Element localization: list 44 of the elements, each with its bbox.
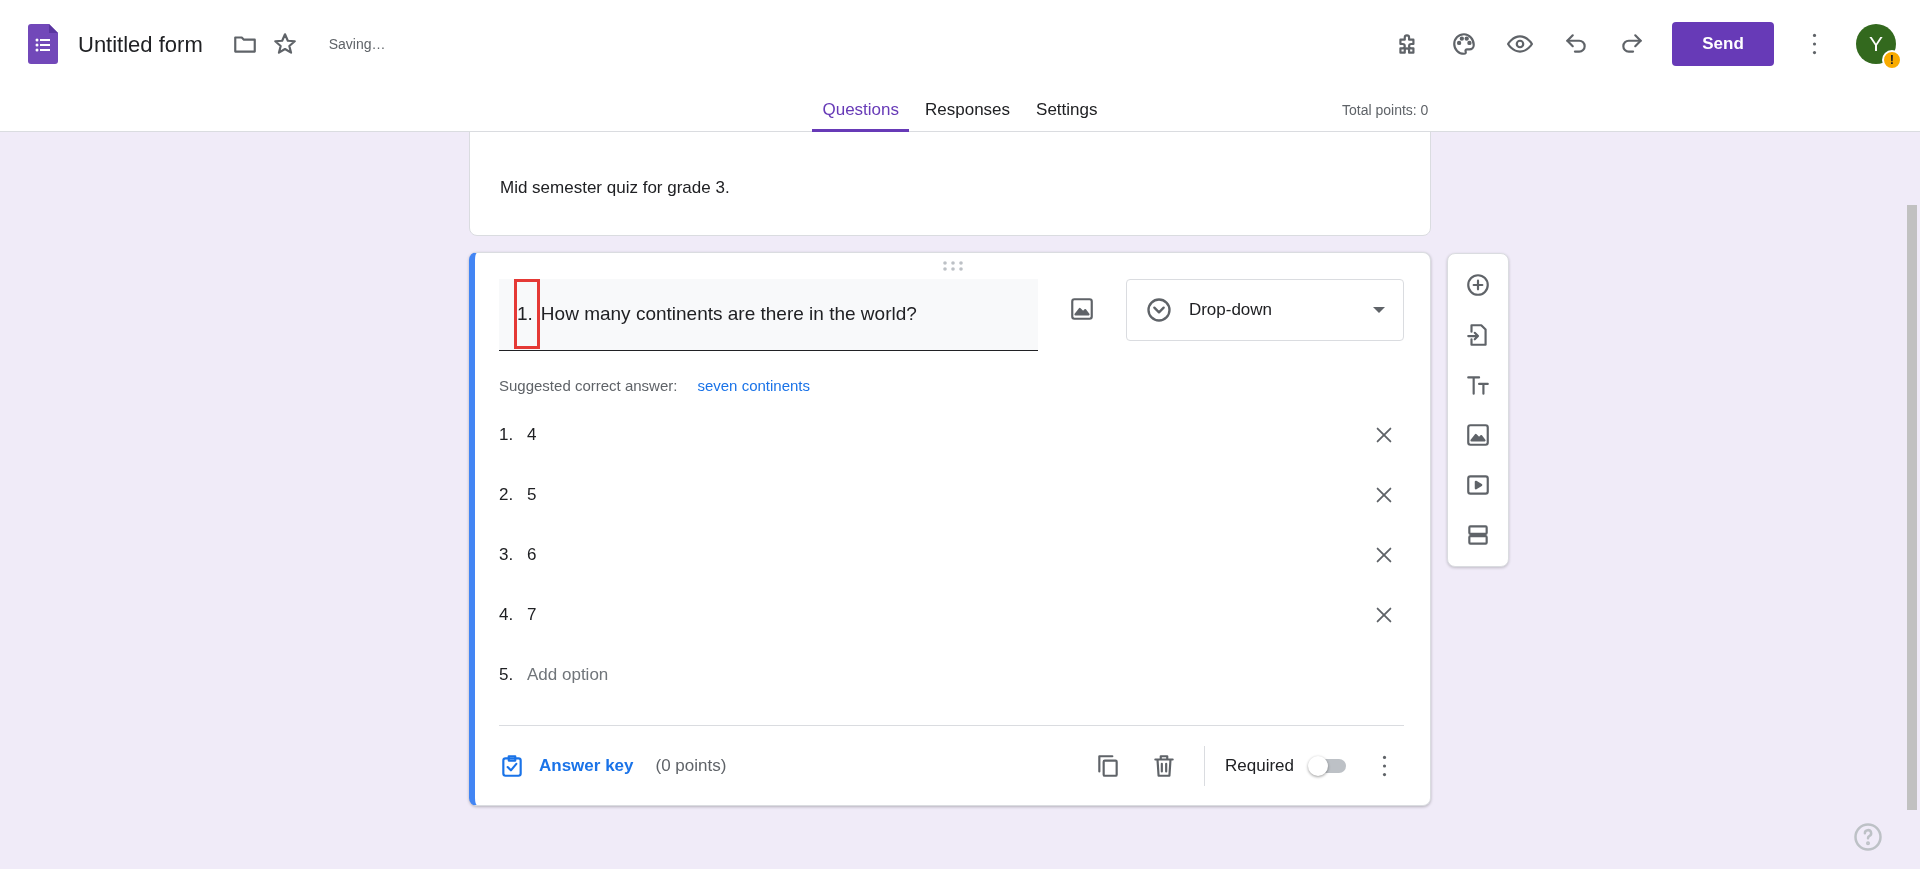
option-field[interactable]: 4: [527, 422, 537, 448]
forms-logo[interactable]: [28, 24, 58, 64]
scrollbar[interactable]: [1907, 205, 1917, 810]
add-question-icon: [1465, 272, 1491, 298]
palette-icon: [1451, 31, 1477, 57]
drag-handle-icon[interactable]: [940, 260, 965, 271]
option-number: 3.: [499, 544, 515, 567]
question-type-dropdown[interactable]: Drop-down: [1125, 278, 1404, 341]
required-label: Required: [1225, 754, 1294, 777]
warning-badge: !: [1882, 50, 1902, 70]
required-toggle[interactable]: [1310, 758, 1346, 773]
send-button[interactable]: Send: [1672, 22, 1774, 66]
tab[interactable]: Settings: [1026, 88, 1108, 132]
tab[interactable]: Responses: [915, 88, 1021, 132]
suggested-answer-label: Suggested correct answer:: [499, 375, 678, 396]
add-video-icon: [1465, 472, 1491, 498]
add-image-icon: [1068, 295, 1095, 322]
saving-status: Saving…: [328, 34, 386, 54]
circle-chevron-icon: [1144, 295, 1173, 324]
more-icon: [1381, 754, 1387, 777]
total-points: Total points: 0: [1342, 101, 1429, 120]
option-field[interactable]: 7: [527, 602, 537, 628]
option-number: 2.: [499, 484, 515, 507]
dropdown-arrow-icon: [1373, 306, 1385, 313]
form-title[interactable]: Untitled form: [78, 27, 203, 61]
option-field[interactable]: 5: [527, 482, 537, 508]
option-field[interactable]: 6: [527, 542, 537, 568]
tab[interactable]: Questions: [812, 88, 909, 132]
points-label: (0 points): [655, 754, 727, 777]
add-option-field[interactable]: Add option: [527, 662, 609, 688]
option-number: 5.: [499, 664, 515, 687]
question-field[interactable]: 1. How many continents are there in the world?: [499, 278, 1038, 351]
star-icon: [271, 31, 298, 57]
duplicate-icon: [1095, 752, 1121, 779]
clipboard-check-icon[interactable]: [499, 752, 525, 779]
option-number: 4.: [499, 604, 515, 627]
option-number: 1.: [499, 424, 515, 447]
suggested-answer-link[interactable]: seven continents: [697, 374, 810, 397]
answer-key-button[interactable]: Answer key: [539, 752, 634, 779]
add-image-icon: [1465, 422, 1491, 448]
add-section-icon: [1465, 522, 1491, 548]
form-description[interactable]: Mid semester quiz for grade 3.: [470, 157, 1430, 235]
delete-icon: [1151, 752, 1177, 779]
more-icon: [1811, 33, 1817, 55]
